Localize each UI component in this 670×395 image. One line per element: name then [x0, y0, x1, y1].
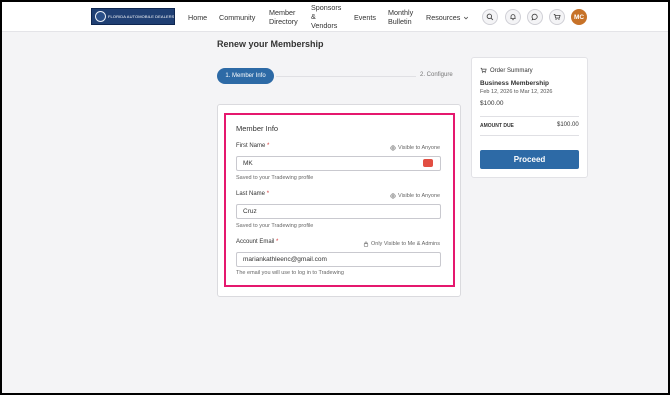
membership-price: $100.00 — [480, 100, 504, 107]
summary-divider — [480, 135, 579, 136]
autofill-icon[interactable] — [423, 159, 433, 167]
nav-member-directory[interactable]: Member Directory — [269, 8, 298, 26]
required-mark: * — [267, 143, 270, 149]
nav-resources[interactable]: Resources — [426, 13, 469, 22]
step-configure[interactable]: 2. Configure — [420, 72, 453, 78]
page-title: Renew your Membership — [217, 39, 324, 49]
order-summary-heading: Order Summary — [480, 67, 533, 74]
nav-bulletin-line2: Bulletin — [388, 17, 412, 26]
last-name-field[interactable]: Cruz — [236, 204, 441, 219]
section-title: Member Info — [236, 124, 279, 133]
lock-icon — [363, 241, 369, 247]
chevron-down-icon — [464, 16, 469, 19]
account-email-field[interactable]: mariankathleenc@gmail.com — [236, 252, 441, 267]
cart-button[interactable] — [549, 9, 565, 25]
account-email-value: mariankathleenc@gmail.com — [243, 256, 327, 263]
proceed-button[interactable]: Proceed — [480, 150, 579, 169]
nav-member-directory-line2: Directory — [269, 17, 298, 26]
bell-icon — [510, 14, 516, 21]
account-email-visibility-text: Only Visible to Me & Admins — [371, 241, 440, 247]
search-button[interactable] — [482, 9, 498, 25]
membership-dates: Feb 12, 2026 to Mar 12, 2026 — [480, 89, 553, 95]
first-name-label: First Name * — [236, 143, 269, 149]
required-mark: * — [266, 191, 270, 197]
cart-icon — [480, 67, 487, 74]
account-email-hint: The email you will use to log in to Trad… — [236, 270, 344, 276]
messages-button[interactable] — [527, 9, 543, 25]
last-name-visibility[interactable]: Visible to Anyone — [390, 193, 440, 199]
account-email-label: Account Email * — [236, 239, 278, 245]
logo-text: FLORIDA AUTOMOBILE DEALERS ASSOCIATION — [108, 14, 174, 19]
last-name-hint: Saved to your Tradewing profile — [236, 223, 314, 229]
nav-community[interactable]: Community — [219, 13, 255, 22]
cart-icon — [553, 14, 561, 20]
notifications-button[interactable] — [505, 9, 521, 25]
first-name-visibility[interactable]: Visible to Anyone — [390, 145, 440, 151]
membership-name: Business Membership — [480, 80, 549, 87]
nav-sponsors-vendors[interactable]: Sponsors & Vendors — [311, 3, 341, 30]
chat-icon — [531, 13, 538, 21]
logo-seal — [95, 11, 106, 22]
order-summary-title: Order Summary — [490, 67, 533, 74]
summary-divider — [480, 116, 579, 117]
account-email-label-text: Account Email — [236, 239, 275, 245]
nav-bulletin-line1: Monthly — [388, 8, 414, 17]
first-name-value: MK — [243, 160, 253, 167]
first-name-hint: Saved to your Tradewing profile — [236, 175, 314, 181]
app-frame: FLORIDA AUTOMOBILE DEALERS ASSOCIATION H… — [2, 2, 668, 393]
amount-due-value: $100.00 — [557, 122, 579, 128]
last-name-label-text: Last Name — [236, 191, 266, 197]
nav-member-directory-line1: Member — [269, 8, 296, 17]
nav-monthly-bulletin[interactable]: Monthly Bulletin — [388, 8, 413, 26]
association-logo[interactable]: FLORIDA AUTOMOBILE DEALERS ASSOCIATION — [91, 8, 175, 25]
nav-sponsors-line1: Sponsors — [311, 3, 342, 12]
step-member-info[interactable]: 1. Member Info — [217, 68, 274, 84]
user-avatar[interactable]: MC — [571, 9, 587, 25]
nav-sponsors-line2: & — [311, 12, 316, 21]
top-navigation-bar: FLORIDA AUTOMOBILE DEALERS ASSOCIATION H… — [2, 2, 668, 32]
last-name-label: Last Name * — [236, 191, 269, 197]
first-name-label-text: First Name — [236, 143, 266, 149]
account-email-visibility[interactable]: Only Visible to Me & Admins — [363, 241, 440, 247]
amount-due-label: AMOUNT DUE — [480, 123, 514, 129]
globe-icon — [390, 193, 396, 199]
required-mark: * — [276, 239, 279, 245]
nav-home[interactable]: Home — [188, 13, 207, 22]
last-name-visibility-text: Visible to Anyone — [398, 193, 441, 199]
globe-icon — [390, 145, 396, 151]
step-connector — [276, 76, 416, 77]
first-name-visibility-text: Visible to Anyone — [398, 145, 441, 151]
nav-sponsors-line3: Vendors — [311, 21, 338, 30]
nav-resources-label: Resources — [426, 13, 461, 22]
nav-events[interactable]: Events — [354, 13, 376, 22]
search-icon — [486, 13, 494, 21]
last-name-value: Cruz — [243, 208, 257, 215]
first-name-field[interactable]: MK — [236, 156, 441, 171]
